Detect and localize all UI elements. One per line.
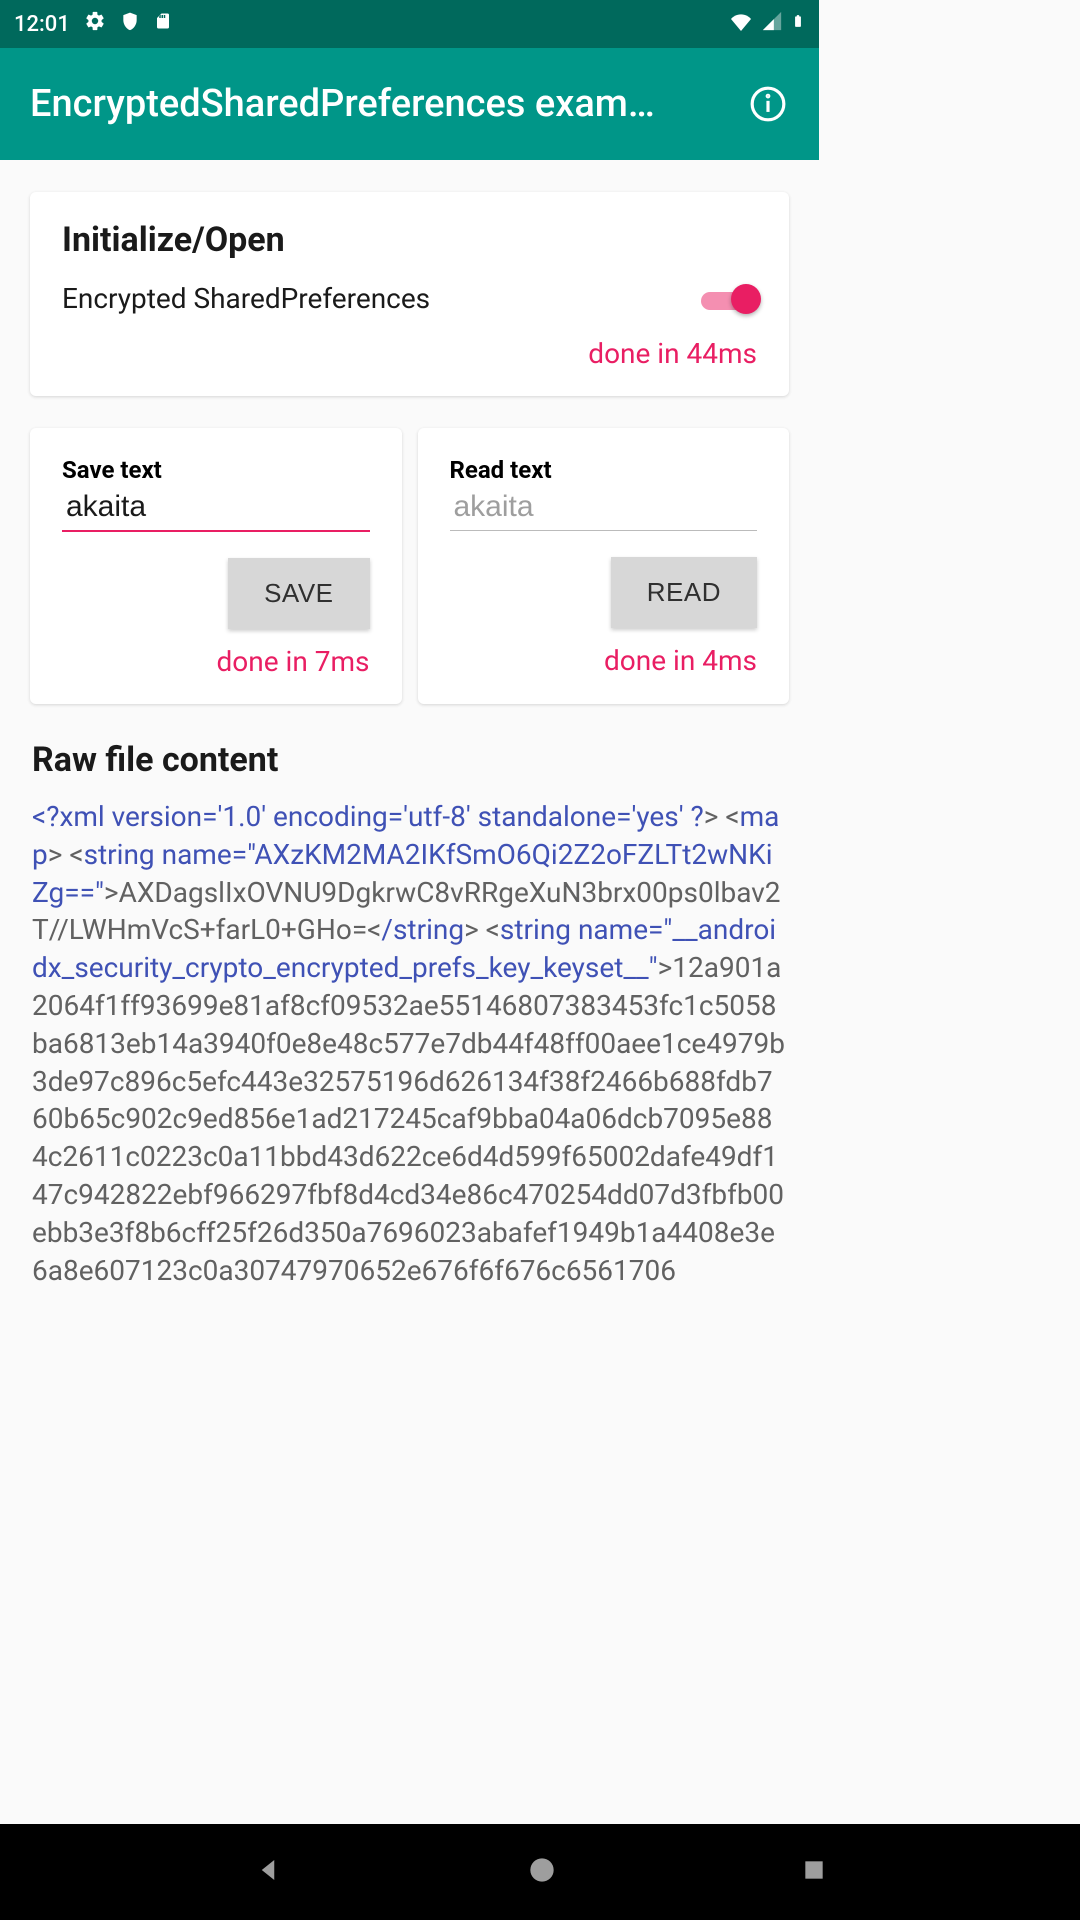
raw-title: Raw file content (30, 740, 789, 780)
navigation-bar (0, 1824, 1080, 1920)
read-title: Read text (450, 456, 758, 484)
signal-icon (761, 10, 783, 38)
home-icon[interactable] (528, 1856, 556, 1888)
save-button[interactable]: SAVE (228, 558, 369, 629)
status-time: 12:01 (14, 12, 70, 37)
save-input[interactable] (62, 484, 370, 532)
info-button[interactable] (747, 83, 789, 125)
read-card: Read text READ done in 4ms (418, 428, 790, 704)
save-status: done in 7ms (62, 645, 370, 678)
shield-icon (120, 10, 140, 38)
init-status: done in 44ms (62, 337, 757, 370)
recent-icon[interactable] (801, 1857, 827, 1887)
wifi-icon (729, 11, 753, 37)
encrypted-toggle-label: Encrypted SharedPreferences (62, 282, 701, 315)
back-icon[interactable] (253, 1855, 283, 1889)
app-title: EncryptedSharedPreferences exam… (30, 82, 727, 126)
raw-section: Raw file content <?xml version='1.0' enc… (30, 740, 789, 1289)
battery-icon (791, 9, 805, 39)
read-status: done in 4ms (450, 644, 758, 677)
read-button[interactable]: READ (611, 557, 757, 628)
app-bar: EncryptedSharedPreferences exam… (0, 48, 819, 160)
save-card: Save text SAVE done in 7ms (30, 428, 402, 704)
raw-content: <?xml version='1.0' encoding='utf-8' sta… (30, 798, 789, 1289)
save-title: Save text (62, 456, 370, 484)
encrypted-toggle[interactable] (701, 288, 757, 310)
read-output (450, 484, 758, 531)
status-bar: 12:01 (0, 0, 819, 48)
sd-card-icon (154, 10, 172, 38)
init-title: Initialize/Open (62, 220, 757, 260)
gear-icon (84, 10, 106, 38)
initialize-card: Initialize/Open Encrypted SharedPreferen… (30, 192, 789, 396)
